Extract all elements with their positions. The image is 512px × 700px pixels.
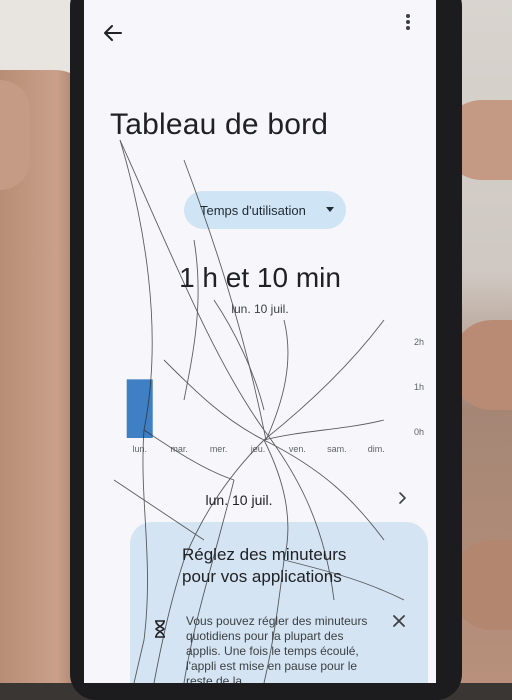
- selected-day-label: lun. 10 juil.: [205, 492, 273, 508]
- metric-dropdown-label: Temps d'utilisation: [200, 203, 306, 218]
- card-description: Vous pouvez régler des minuteurs quotidi…: [186, 614, 368, 683]
- weekly-usage-chart: 2h 1h 0h lun. mar. mer. jeu. ven. sam. dim.: [126, 337, 424, 454]
- more-options-icon[interactable]: [404, 12, 412, 32]
- y-tick-label: 0h: [414, 427, 424, 437]
- background-thumb: [0, 80, 30, 190]
- x-tick-label[interactable]: ven.: [289, 444, 306, 454]
- x-tick-label[interactable]: jeu.: [250, 444, 266, 454]
- metric-dropdown[interactable]: Temps d'utilisation: [184, 191, 346, 229]
- day-navigation[interactable]: lun. 10 juil.: [104, 482, 414, 518]
- usage-total: 1 h et 10 min: [179, 262, 341, 293]
- usage-date: lun. 10 juil.: [231, 302, 289, 316]
- x-tick-label[interactable]: mar.: [170, 444, 188, 454]
- back-arrow-icon[interactable]: [102, 22, 124, 44]
- y-tick-label: 1h: [414, 382, 424, 392]
- x-tick-label[interactable]: lun.: [132, 444, 147, 454]
- caret-down-icon: [326, 207, 334, 212]
- timer-suggestion-card: Réglez des minuteurs pour vos applicatio…: [130, 522, 428, 683]
- usage-bar[interactable]: [126, 379, 153, 438]
- x-tick-label[interactable]: dim.: [368, 444, 385, 454]
- x-tick-label[interactable]: mer.: [210, 444, 228, 454]
- hourglass-icon: [155, 620, 165, 638]
- chevron-right-icon[interactable]: [394, 490, 410, 506]
- x-tick-label[interactable]: sam.: [327, 444, 347, 454]
- close-icon[interactable]: [392, 614, 406, 628]
- y-tick-label: 2h: [414, 337, 424, 347]
- card-title: Réglez des minuteurs pour vos applicatio…: [182, 545, 347, 586]
- page-title: Tableau de bord: [110, 108, 329, 141]
- phone-screen: Tableau de bord Temps d'utilisation 1 h …: [84, 0, 436, 683]
